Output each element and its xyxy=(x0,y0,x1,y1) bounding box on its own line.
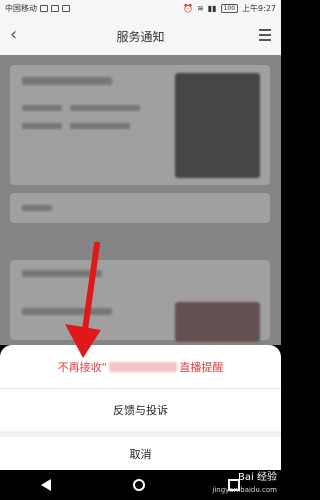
message-icon xyxy=(51,5,59,12)
unsubscribe-prefix: 不再接收“ xyxy=(57,360,108,374)
wifi-icon: ≋ xyxy=(197,4,204,13)
alarm-icon: ⏰ xyxy=(183,4,194,13)
nav-home-icon[interactable] xyxy=(133,479,146,491)
app-icon xyxy=(62,5,70,12)
top-nav-bar: ‹ 服务通知 xyxy=(0,17,281,55)
notification-icon xyxy=(40,5,48,12)
unsubscribe-option[interactable]: 不再接收“ 直播提醒 xyxy=(0,345,281,388)
watermark-brand: Bai 经验 xyxy=(238,472,277,483)
cancel-label: 取消 xyxy=(129,447,152,461)
watermark-url: jingyan.baidu.com xyxy=(212,486,277,494)
watermark: Bai 经验 jingyan.baidu.com xyxy=(212,472,277,496)
hamburger-menu-icon[interactable] xyxy=(259,29,271,41)
redacted-text xyxy=(109,361,178,372)
battery-icon: 100 xyxy=(220,4,239,13)
feedback-label: 反馈与投诉 xyxy=(113,403,168,417)
carrier-text: 中国移动 xyxy=(5,4,37,13)
action-sheet: 不再接收“ 直播提醒 反馈与投诉 取消 xyxy=(0,345,281,470)
unsubscribe-suffix: 直播提醒 xyxy=(179,360,224,374)
dim-overlay[interactable] xyxy=(0,55,281,345)
red-arrow-annotation xyxy=(65,242,101,358)
signal-icon: ▮▮ xyxy=(207,4,217,13)
feedback-option[interactable]: 反馈与投诉 xyxy=(0,388,281,431)
page-title: 服务通知 xyxy=(116,29,165,44)
clock-text: 上午9:27 xyxy=(242,4,276,13)
status-bar: 中国移动 ⏰ ≋ ▮▮ 100 上午9:27 xyxy=(0,0,281,17)
nav-back-icon[interactable] xyxy=(41,479,52,491)
cancel-button[interactable]: 取消 xyxy=(0,437,281,470)
chevron-left-icon[interactable]: ‹ xyxy=(10,26,17,44)
